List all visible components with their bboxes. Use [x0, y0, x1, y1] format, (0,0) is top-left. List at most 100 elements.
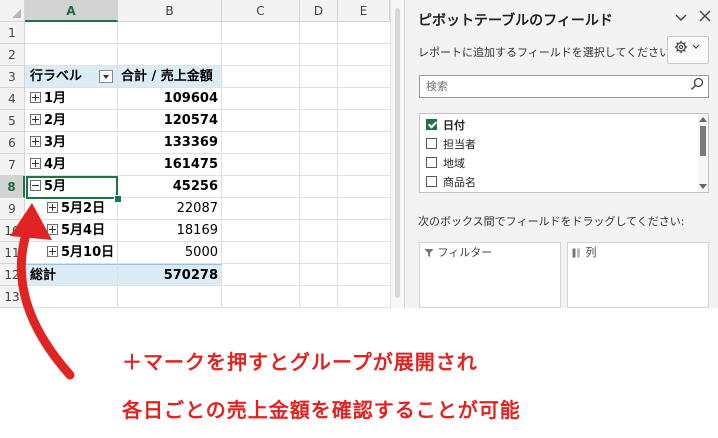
columns-area[interactable]: 列 [567, 242, 709, 308]
checkbox-unchecked[interactable] [426, 138, 437, 149]
pivot-row-value[interactable]: 133369 [118, 132, 222, 154]
pivot-row-label-text: 1月 [44, 91, 67, 106]
pane-title: ピボットテーブルのフィールド [418, 13, 613, 29]
pivot-row-label-text: 5月 [44, 179, 67, 194]
checkbox-unchecked[interactable] [426, 157, 437, 168]
filter-area[interactable]: フィルター [419, 242, 561, 308]
settings-button[interactable] [667, 36, 709, 64]
checkbox-checked[interactable] [426, 119, 437, 130]
expand-plus-icon[interactable] [30, 91, 41, 103]
row-header-10[interactable]: 10 [0, 220, 25, 242]
expand-plus-icon[interactable] [47, 201, 58, 213]
field-list: 日付 担当者 地域 商品名 [419, 113, 709, 193]
column-header-d[interactable]: D [300, 0, 338, 22]
drag-hint-text: 次のボックス間でフィールドをドラッグしてください: [418, 215, 685, 228]
pivot-value-header[interactable]: 合計 / 売上金額 [118, 66, 222, 88]
scroll-up-arrow-icon[interactable] [699, 117, 707, 122]
field-label: 日付 [443, 119, 465, 132]
scroll-down-arrow-icon[interactable] [699, 184, 707, 189]
search-icon[interactable] [690, 77, 704, 98]
cell-a13[interactable] [25, 286, 118, 308]
annotation-caption-line2: 各日ごとの売上金額を確認することが可能 [122, 398, 521, 422]
field-item-date[interactable]: 日付 [426, 116, 465, 135]
scrollbar-thumb[interactable] [700, 126, 706, 156]
select-all-corner[interactable] [0, 0, 25, 22]
column-header-a[interactable]: A [25, 0, 118, 22]
cell-b1[interactable] [118, 22, 222, 44]
column-header-b[interactable]: B [118, 0, 222, 22]
pivot-child-row-label[interactable]: 5月10日 [25, 242, 118, 264]
pivot-row-label[interactable]: 3月 [25, 132, 118, 154]
pivot-row-label-text: 行ラベル [30, 69, 83, 84]
field-item-product[interactable]: 商品名 [426, 173, 476, 192]
grand-total-label[interactable]: 総計 [25, 264, 118, 286]
pivot-row-label-text: 2月 [44, 113, 67, 128]
row-header-2[interactable]: 2 [0, 44, 25, 66]
pivot-row-label[interactable]: 1月 [25, 88, 118, 110]
expand-plus-icon[interactable] [30, 157, 41, 169]
close-icon[interactable] [695, 8, 715, 28]
pivot-row-label-text: 5月4日 [61, 223, 106, 238]
row-header-9[interactable]: 9 [0, 198, 25, 220]
row-header-11[interactable]: 11 [0, 242, 25, 264]
columns-area-text: 列 [585, 246, 597, 259]
filter-area-text: フィルター [437, 246, 493, 259]
field-label: 地域 [443, 157, 465, 170]
pivot-row-value[interactable]: 45256 [118, 176, 222, 198]
row-header-6[interactable]: 6 [0, 132, 25, 154]
pivot-child-row-label[interactable]: 5月4日 [25, 220, 118, 242]
cell-b13[interactable] [118, 286, 222, 308]
pivot-row-label-expanded[interactable]: 5月 [25, 176, 118, 198]
cell-b2[interactable] [118, 44, 222, 66]
pivot-child-row-label[interactable]: 5月2日 [25, 198, 118, 220]
pane-subtitle: レポートに追加するフィールドを選択してください: [418, 46, 674, 59]
field-item-staff[interactable]: 担当者 [426, 135, 476, 154]
row-header-8[interactable]: 8 [0, 176, 25, 198]
scrollbar-thumb[interactable] [395, 8, 400, 298]
checkbox-unchecked[interactable] [426, 176, 437, 187]
chevron-down-icon[interactable] [671, 8, 691, 28]
pivot-row-label-text: 3月 [44, 135, 67, 150]
row-header-4[interactable]: 4 [0, 88, 25, 110]
cell-a2[interactable] [25, 44, 118, 66]
sheet-vertical-scrollbar[interactable] [390, 0, 404, 308]
column-header-c[interactable]: C [222, 0, 300, 22]
field-item-region[interactable]: 地域 [426, 154, 465, 173]
row-label-filter-dropdown-icon[interactable] [99, 70, 113, 83]
expand-plus-icon[interactable] [30, 135, 41, 147]
pivot-row-label-text: 5月2日 [61, 201, 106, 216]
expand-plus-icon[interactable] [30, 113, 41, 125]
filter-area-label: フィルター [424, 244, 492, 260]
cell-a1[interactable] [25, 22, 118, 44]
empty-grid-area[interactable] [222, 22, 390, 308]
row-header-12[interactable]: 12 [0, 264, 25, 286]
pivot-child-row-value[interactable]: 22087 [118, 198, 222, 220]
columns-area-label: 列 [572, 244, 597, 260]
filter-icon [424, 249, 434, 257]
pivot-child-row-value[interactable]: 18169 [118, 220, 222, 242]
row-header-7[interactable]: 7 [0, 154, 25, 176]
pivot-row-value[interactable]: 161475 [118, 154, 222, 176]
row-header-5[interactable]: 5 [0, 110, 25, 132]
columns-icon [572, 248, 580, 258]
pivot-row-label-header[interactable]: 行ラベル [25, 66, 118, 88]
pivot-row-label[interactable]: 2月 [25, 110, 118, 132]
pivot-row-label-text: 5月10日 [61, 245, 115, 260]
collapse-minus-icon[interactable] [30, 179, 41, 191]
row-header-3[interactable]: 3 [0, 66, 25, 88]
row-header-13[interactable]: 13 [0, 286, 25, 308]
field-list-scrollbar[interactable] [698, 114, 708, 192]
pivot-row-value[interactable]: 120574 [118, 110, 222, 132]
grand-total-value[interactable]: 570278 [118, 264, 222, 286]
pivot-child-row-value[interactable]: 5000 [118, 242, 222, 264]
expand-plus-icon[interactable] [47, 223, 58, 235]
column-header-e[interactable]: E [338, 0, 390, 22]
pivot-row-label[interactable]: 4月 [25, 154, 118, 176]
pivot-row-value[interactable]: 109604 [118, 88, 222, 110]
fill-handle[interactable] [114, 195, 122, 203]
expand-plus-icon[interactable] [47, 245, 58, 257]
pivot-fields-pane: ピボットテーブルのフィールド レポートに追加するフィールドを選択してください: … [404, 0, 718, 308]
row-header-1[interactable]: 1 [0, 22, 25, 44]
field-search-input[interactable]: 検索 [419, 75, 709, 98]
annotation-caption-line1: ＋マークを押すとグループが展開され [122, 350, 478, 374]
